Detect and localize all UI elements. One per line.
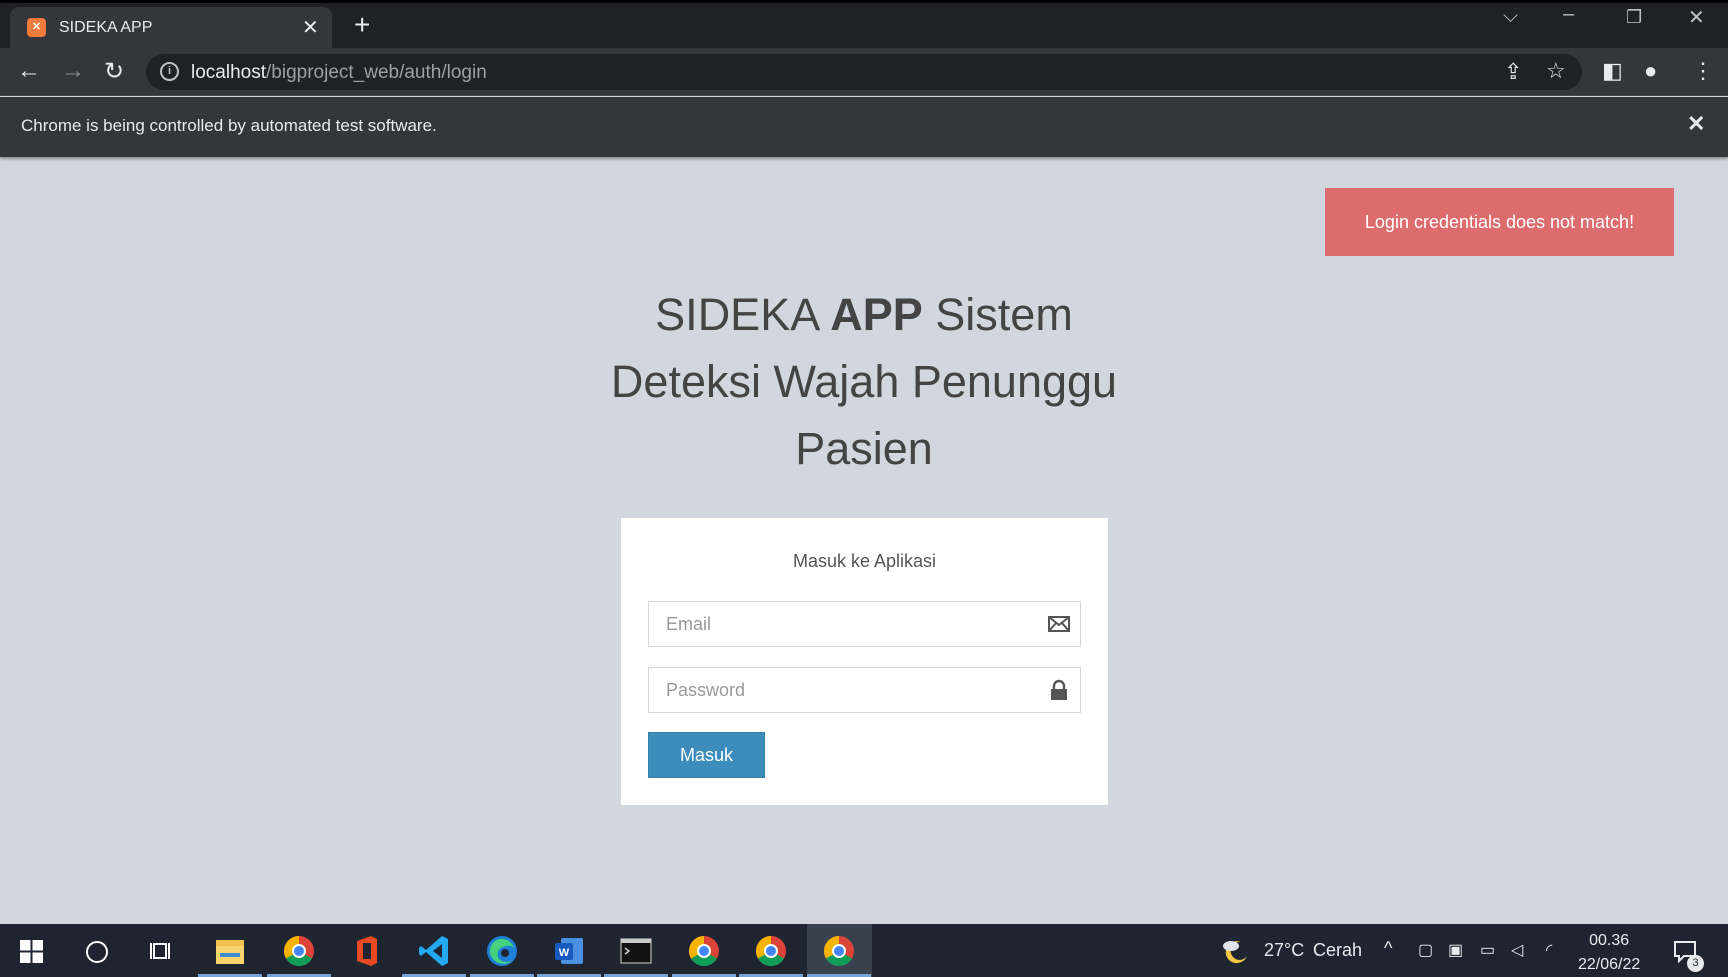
minimize-icon[interactable]: – xyxy=(1563,3,1574,26)
browser-window: ✕ SIDEKA APP ✕ + ⌵ – ❐ ✕ ← → ↻ i localho… xyxy=(0,3,1728,977)
volume-icon[interactable]: ◁ xyxy=(1511,940,1523,960)
weather-moon-icon[interactable] xyxy=(1221,936,1251,966)
email-field[interactable] xyxy=(648,601,1081,647)
network-device-icon[interactable]: ▣ xyxy=(1448,940,1463,960)
chrome-icon-active[interactable] xyxy=(807,931,871,977)
task-view-icon[interactable] xyxy=(149,940,173,962)
clock-time: 00.36 xyxy=(1589,932,1630,949)
new-tab-icon[interactable]: + xyxy=(354,9,370,41)
lock-icon xyxy=(1051,679,1067,700)
profile-icon[interactable]: ● xyxy=(1644,58,1657,84)
tab-close-icon[interactable]: ✕ xyxy=(302,15,319,40)
system-clock[interactable]: 00.36 22/06/22 xyxy=(1578,929,1640,977)
battery-icon[interactable]: ▭ xyxy=(1480,940,1495,960)
page-title: SIDEKA APP Sistem Deteksi Wajah Penunggu… xyxy=(560,281,1168,482)
infobar-message: Chrome is being controlled by automated … xyxy=(21,116,437,135)
login-card: Masuk ke Aplikasi Masuk xyxy=(621,518,1108,805)
email-input[interactable] xyxy=(649,602,1049,646)
password-field[interactable] xyxy=(648,667,1081,713)
clock-date: 22/06/22 xyxy=(1578,956,1641,973)
meet-now-icon[interactable]: ▢ xyxy=(1418,940,1433,960)
share-icon[interactable]: ⇪ xyxy=(1504,59,1522,85)
wifi-icon[interactable]: ◜ xyxy=(1546,940,1552,960)
title-bar: ✕ SIDEKA APP ✕ + ⌵ – ❐ ✕ xyxy=(0,3,1728,48)
weather-temp[interactable]: 27°C xyxy=(1264,940,1304,961)
tab-search-icon[interactable]: ⌵ xyxy=(1503,5,1518,28)
file-explorer-icon[interactable] xyxy=(198,931,262,977)
site-info-icon[interactable]: i xyxy=(160,62,179,81)
xampp-favicon-icon: ✕ xyxy=(27,18,46,37)
error-toast: Login credentials does not match! xyxy=(1325,188,1674,256)
form-caption: Masuk ke Aplikasi xyxy=(792,551,937,571)
title-line-3: Pasien xyxy=(795,423,933,474)
weather-desc[interactable]: Cerah xyxy=(1313,940,1362,961)
tab-title: SIDEKA APP xyxy=(59,19,153,36)
automation-infobar: Chrome is being controlled by automated … xyxy=(0,97,1728,157)
password-input[interactable] xyxy=(649,668,1049,712)
chevron-up-icon[interactable]: ^ xyxy=(1384,938,1392,959)
office-icon[interactable] xyxy=(347,931,387,971)
bookmark-star-icon[interactable]: ☆ xyxy=(1546,58,1566,84)
login-button[interactable]: Masuk xyxy=(648,732,765,778)
search-icon[interactable] xyxy=(86,941,108,963)
chrome-icon-2[interactable] xyxy=(672,931,736,977)
notification-count-badge: 3 xyxy=(1687,955,1704,972)
vscode-icon[interactable] xyxy=(402,931,466,977)
windows-start-icon[interactable] xyxy=(20,940,43,963)
envelope-icon xyxy=(1048,616,1070,632)
edge-icon[interactable] xyxy=(470,931,534,977)
browser-toolbar: ← → ↻ i localhost/bigproject_web/auth/lo… xyxy=(0,48,1728,96)
url-text[interactable]: localhost/bigproject_web/auth/login xyxy=(191,62,487,84)
windows-taskbar: W 27°C Cerah ^ ▢ ▣ ▭ ◁ ◜ 00.36 22/06/22 … xyxy=(0,924,1728,977)
reload-icon[interactable]: ↻ xyxy=(104,57,124,86)
close-window-icon[interactable]: ✕ xyxy=(1688,5,1705,30)
forward-icon[interactable]: → xyxy=(61,57,85,85)
chrome-icon[interactable] xyxy=(267,931,331,977)
browser-tab[interactable]: ✕ SIDEKA APP ✕ xyxy=(10,7,332,48)
title-line-2: Deteksi Wajah Penunggu xyxy=(610,356,1118,407)
back-icon[interactable]: ← xyxy=(17,57,41,85)
svg-text:W: W xyxy=(559,947,570,959)
restore-icon[interactable]: ❐ xyxy=(1626,7,1642,28)
menu-icon[interactable]: ⋮ xyxy=(1692,58,1714,84)
side-panel-icon[interactable]: ◧ xyxy=(1602,58,1623,84)
terminal-icon[interactable] xyxy=(604,931,668,977)
word-icon[interactable]: W xyxy=(537,931,601,977)
infobar-close-icon[interactable]: ✕ xyxy=(1687,111,1705,137)
title-line-1: SIDEKA APP Sistem xyxy=(655,289,1073,340)
address-bar[interactable]: i localhost/bigproject_web/auth/login ⇪ … xyxy=(146,54,1582,90)
chrome-icon-3[interactable] xyxy=(739,931,803,977)
